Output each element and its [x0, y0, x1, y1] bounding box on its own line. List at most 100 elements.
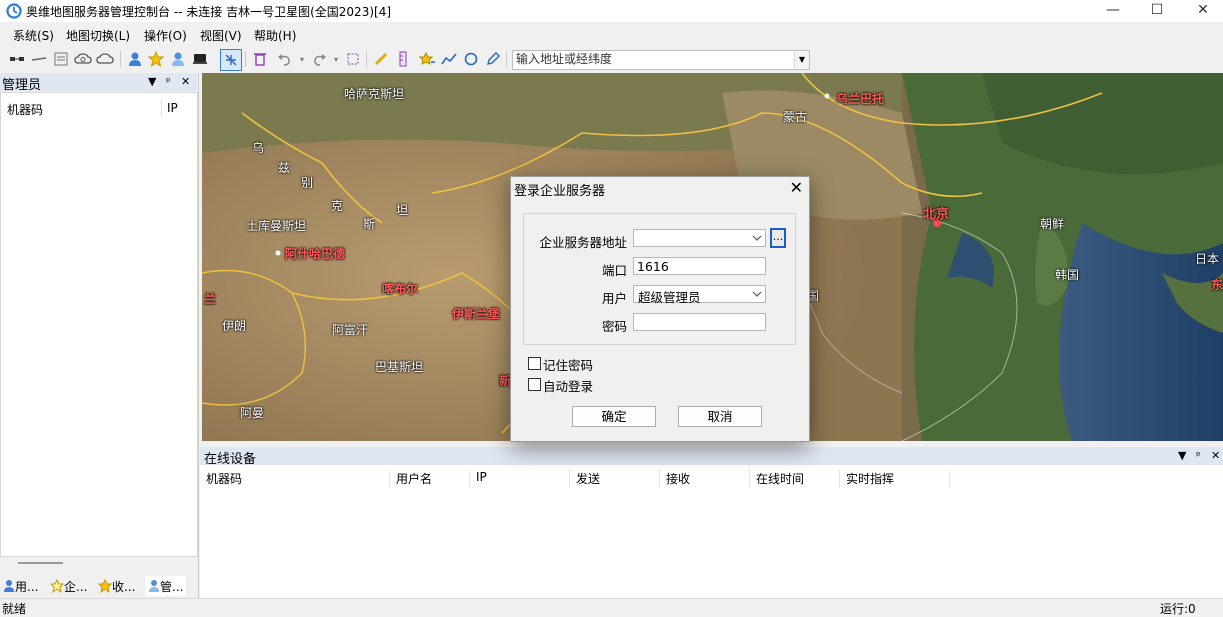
column-realtime-command[interactable]: 实时指挥	[840, 470, 950, 488]
map-label: 别	[301, 176, 314, 190]
tab-admin-label: 管...	[160, 579, 184, 594]
column-receive[interactable]: 接收	[660, 470, 750, 488]
tab-users[interactable]: 用...	[3, 576, 38, 596]
map-label: 乌	[252, 141, 265, 155]
redo-dropdown-icon[interactable]: ▾	[327, 50, 345, 68]
pane-close-icon[interactable]: ✕	[181, 75, 190, 88]
menu-bar: 系统(S) 地图切换(L) 操作(O) 视图(V) 帮助(H)	[0, 24, 1223, 46]
chevron-down-icon	[752, 235, 762, 241]
server-address-combo[interactable]	[633, 229, 766, 247]
maximize-button[interactable]: ☐	[1134, 0, 1180, 22]
address-search-box[interactable]: ▼	[512, 50, 810, 70]
map-label: 朝鲜	[1040, 217, 1065, 231]
menu-help[interactable]: 帮助(H)	[254, 27, 296, 44]
tab-users-label: 用...	[15, 579, 39, 594]
run-status: 运行:0	[1160, 602, 1196, 616]
map-label: 阿富汗	[332, 323, 369, 337]
menu-operation[interactable]: 操作(O)	[144, 27, 187, 44]
map-label: 兰	[204, 292, 217, 306]
user-select[interactable]: 超级管理员	[633, 285, 766, 305]
select-rect-icon[interactable]	[344, 50, 362, 68]
column-ip[interactable]: IP	[167, 101, 178, 115]
tab-admin[interactable]: 管...	[145, 576, 187, 596]
port-field[interactable]	[633, 257, 766, 275]
tab-enterprise[interactable]: 企...	[50, 576, 87, 596]
server-address-input[interactable]	[634, 230, 765, 246]
remember-password-label[interactable]: 记住密码	[543, 355, 593, 374]
delete-icon[interactable]	[251, 50, 269, 68]
device-icon[interactable]	[191, 50, 209, 68]
star-icon	[98, 579, 112, 593]
map-label: 克	[331, 199, 344, 213]
column-online-time[interactable]: 在线时间	[750, 470, 840, 488]
tab-favorites-label: 收...	[112, 579, 136, 594]
map-label: 东	[1211, 278, 1223, 292]
map-label: 伊斯兰堡	[452, 307, 501, 321]
list-icon[interactable]	[52, 50, 70, 68]
admin-panel: 管理员 ▼ ᵖ ✕ 机器码 IP 用... 企... 收... 管...	[0, 73, 199, 598]
add-marker-icon[interactable]	[418, 50, 436, 68]
star-user-icon	[50, 579, 64, 593]
ok-button[interactable]: 确定	[572, 406, 656, 427]
admin-user-icon[interactable]	[169, 50, 187, 68]
map-label: 喀布尔	[382, 282, 419, 296]
cloud-settings-icon[interactable]	[74, 50, 92, 68]
password-field[interactable]	[633, 313, 766, 331]
pane-dropdown-icon[interactable]: ▼	[148, 75, 156, 88]
server-address-label: 企业服务器地址	[539, 235, 627, 250]
redo-icon[interactable]	[310, 50, 328, 68]
tab-favorites[interactable]: 收...	[98, 576, 135, 596]
column-machine-code[interactable]: 机器码	[7, 101, 43, 118]
pane-pin-icon[interactable]: ᵖ	[166, 75, 171, 88]
connect-icon[interactable]	[8, 50, 26, 68]
undo-dropdown-icon[interactable]: ▾	[293, 50, 311, 68]
admin-panel-header: 管理员 ▼ ᵖ ✕	[0, 73, 197, 93]
circle-icon[interactable]	[462, 50, 480, 68]
disconnect-icon[interactable]	[30, 50, 48, 68]
map-select-tool-icon[interactable]	[220, 49, 242, 71]
minimize-button[interactable]: —	[1090, 0, 1136, 22]
column-machine-code[interactable]: 机器码	[200, 470, 390, 488]
column-username[interactable]: 用户名	[390, 470, 470, 488]
undo-icon[interactable]	[276, 50, 294, 68]
auto-login-checkbox[interactable]	[528, 378, 541, 391]
ruler-icon[interactable]	[394, 50, 412, 68]
password-input[interactable]	[634, 314, 765, 330]
auto-login-label[interactable]: 自动登录	[543, 376, 593, 395]
cancel-button[interactable]: 取消	[678, 406, 762, 427]
left-panel-tabs: 用... 企... 收... 管...	[0, 574, 198, 598]
dialog-close-icon[interactable]: ✕	[790, 178, 803, 197]
browse-server-button[interactable]: ...	[770, 228, 786, 248]
column-ip[interactable]: IP	[470, 470, 570, 488]
menu-view[interactable]: 视图(V)	[200, 27, 242, 44]
admin-icon	[149, 580, 159, 592]
pane-pin-icon[interactable]: ᵖ	[1196, 449, 1201, 462]
close-window-button[interactable]: ✕	[1180, 0, 1223, 22]
map-label: 巴基斯坦	[375, 360, 424, 374]
map-label: 伊朗	[222, 319, 247, 333]
favorite-star-icon[interactable]	[147, 50, 165, 68]
horizontal-scrollbar[interactable]	[18, 562, 63, 564]
online-devices-panel: 在线设备 ▼ ᵖ ✕ 机器码 用户名 IP 发送 接收 在线时间 实时指挥	[200, 447, 1223, 598]
menu-system[interactable]: 系统(S)	[13, 27, 54, 44]
map-label: 坦	[396, 203, 409, 217]
menu-map-switch[interactable]: 地图切换(L)	[66, 27, 130, 44]
online-devices-header: 在线设备 ▼ ᵖ ✕	[200, 447, 1223, 467]
map-label: 哈萨克斯坦	[344, 87, 405, 101]
cloud-icon[interactable]	[96, 50, 114, 68]
dialog-title: 登录企业服务器	[514, 184, 606, 199]
status-text: 就绪	[2, 602, 27, 616]
map-label: 蒙古	[783, 110, 808, 124]
port-input[interactable]	[634, 258, 765, 274]
address-input[interactable]	[516, 51, 786, 67]
pane-dropdown-icon[interactable]: ▼	[1178, 449, 1186, 462]
edit-icon[interactable]	[484, 50, 502, 68]
user-select-value: 超级管理员	[638, 290, 701, 305]
polyline-icon[interactable]	[440, 50, 458, 68]
column-send[interactable]: 发送	[570, 470, 660, 488]
remember-password-checkbox[interactable]	[528, 357, 541, 370]
pen-icon[interactable]	[372, 50, 390, 68]
pane-close-icon[interactable]: ✕	[1211, 449, 1220, 462]
user-icon[interactable]	[126, 50, 144, 68]
address-dropdown-icon[interactable]: ▼	[794, 51, 809, 69]
